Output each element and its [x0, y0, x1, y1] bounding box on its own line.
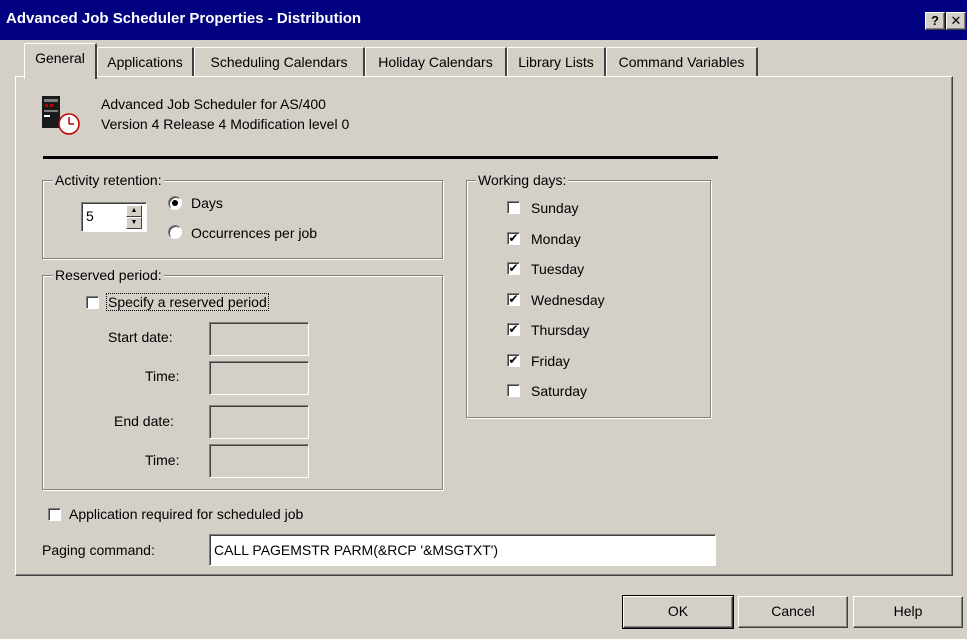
cancel-button[interactable]: Cancel [738, 596, 848, 628]
day-checkbox-wednesday[interactable]: ✔ [507, 293, 520, 306]
tab-label: Library Lists [518, 54, 594, 70]
general-tab-panel [15, 76, 953, 576]
tab-command-variables[interactable]: Command Variables [606, 47, 758, 77]
tab-label: Command Variables [618, 54, 745, 70]
tab-general[interactable]: General [24, 43, 97, 79]
tab-scheduling-calendars[interactable]: Scheduling Calendars [194, 47, 365, 77]
retention-spinner[interactable]: 5 ▲ ▼ [81, 202, 147, 232]
day-checkbox-sunday[interactable] [507, 201, 520, 214]
tab-applications[interactable]: Applications [97, 47, 194, 77]
tab-label: General [35, 50, 85, 66]
spinner-down-button[interactable]: ▼ [126, 217, 142, 229]
ok-button[interactable]: OK [622, 595, 734, 629]
paging-command-input[interactable]: CALL PAGEMSTR PARM(&RCP '&MSGTXT') [209, 534, 716, 566]
reserved-period-checkbox[interactable] [86, 296, 99, 309]
tab-label: Applications [107, 54, 183, 70]
tab-label: Scheduling Calendars [210, 54, 348, 70]
help-button[interactable]: Help [853, 596, 963, 628]
day-checkbox-friday[interactable]: ✔ [507, 354, 520, 367]
tab-library-lists[interactable]: Library Lists [507, 47, 606, 77]
radio-selected-dot [172, 200, 178, 206]
days-radio[interactable] [168, 196, 182, 210]
retention-value: 5 [86, 208, 94, 224]
occurrences-radio[interactable] [168, 225, 182, 239]
day-checkbox-thursday[interactable]: ✔ [507, 323, 520, 336]
tab-holiday-calendars[interactable]: Holiday Calendars [365, 47, 507, 77]
day-checkbox-tuesday[interactable]: ✔ [507, 262, 520, 275]
window-title: Advanced Job Scheduler Properties - Dist… [6, 10, 362, 27]
paging-command-value: CALL PAGEMSTR PARM(&RCP '&MSGTXT') [214, 542, 499, 558]
spinner-up-button[interactable]: ▲ [126, 205, 142, 217]
day-checkbox-monday[interactable]: ✔ [507, 232, 520, 245]
help-title-button[interactable]: ? [925, 12, 945, 30]
application-required-checkbox[interactable] [48, 508, 61, 521]
title-bar: Advanced Job Scheduler Properties - Dist… [0, 0, 967, 40]
close-title-button[interactable]: ✕ [946, 12, 966, 30]
day-checkbox-saturday[interactable] [507, 384, 520, 397]
tab-label: Holiday Calendars [378, 54, 493, 70]
